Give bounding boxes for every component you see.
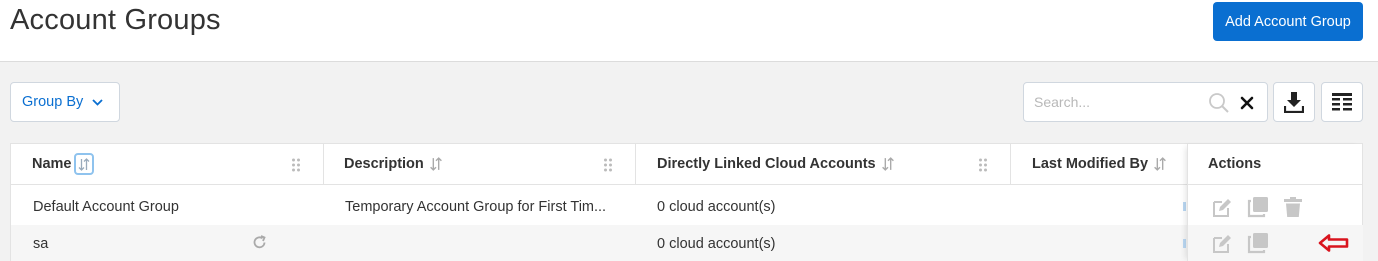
cell-linked-accounts: 0 cloud account(s) [657,235,776,252]
download-button[interactable] [1273,82,1315,122]
group-by-dropdown[interactable]: Group By [10,82,120,122]
sort-icon[interactable] [73,153,94,175]
row-overflow-indicator [1183,202,1186,211]
red-arrow-icon [1318,234,1349,252]
cell-name[interactable]: Default Account Group [33,188,313,225]
copy-icon[interactable] [1247,232,1269,254]
chevron-down-icon [92,98,103,106]
account-groups-table: Name Description Directly Linked Cloud A… [10,143,1363,261]
column-header-label: Directly Linked Cloud Accounts [657,156,876,172]
search-icon [1209,93,1229,113]
columns-icon [1332,93,1352,111]
cell-name[interactable]: sa [33,225,233,261]
sort-icon[interactable] [1153,157,1167,171]
close-icon[interactable] [1239,95,1255,111]
actions-column: Actions [1187,144,1363,261]
trash-icon[interactable] [1282,196,1304,218]
sort-icon[interactable] [881,157,895,171]
edit-icon[interactable] [1211,197,1233,219]
cell-description [345,225,625,261]
cell-last-modified [1032,225,1172,261]
drag-handle-icon[interactable] [603,158,613,172]
column-header-actions: Actions [1208,156,1262,172]
cell-description: Temporary Account Group for First Tim... [345,198,607,215]
column-header-label: Last Modified By [1032,156,1149,172]
column-settings-button[interactable] [1321,82,1363,122]
cell-linked-accounts: 0 cloud account(s) [657,198,776,215]
table-row[interactable]: Default Account Group Temporary Account … [11,188,1362,225]
drag-handle-icon[interactable] [978,158,988,172]
divider [1188,184,1363,185]
group-by-label: Group By [22,94,84,110]
copy-icon[interactable] [1247,196,1269,218]
add-account-group-button[interactable]: Add Account Group [1213,2,1363,41]
column-header-last-modified[interactable]: Last Modified By [1011,144,1187,184]
refresh-icon[interactable] [251,234,268,251]
download-icon [1284,92,1304,113]
column-header-label: Name [32,156,72,172]
search-input[interactable] [1024,83,1204,121]
cell-last-modified [1032,188,1172,225]
column-header-name[interactable]: Name [11,144,324,184]
drag-handle-icon[interactable] [291,158,301,172]
table-header: Name Description Directly Linked Cloud A… [11,144,1362,185]
row-overflow-indicator [1183,239,1186,248]
column-header-linked-accounts[interactable]: Directly Linked Cloud Accounts [636,144,1011,184]
table-row[interactable]: sa 0 cloud account(s) [11,225,1362,261]
sort-icon[interactable] [429,157,443,171]
column-header-description[interactable]: Description [324,144,636,184]
search-box [1023,82,1268,122]
page-title: Account Groups [10,4,221,36]
edit-icon[interactable] [1211,233,1233,255]
column-header-label: Description [344,156,424,172]
page-header: Account Groups Add Account Group [0,0,1378,62]
